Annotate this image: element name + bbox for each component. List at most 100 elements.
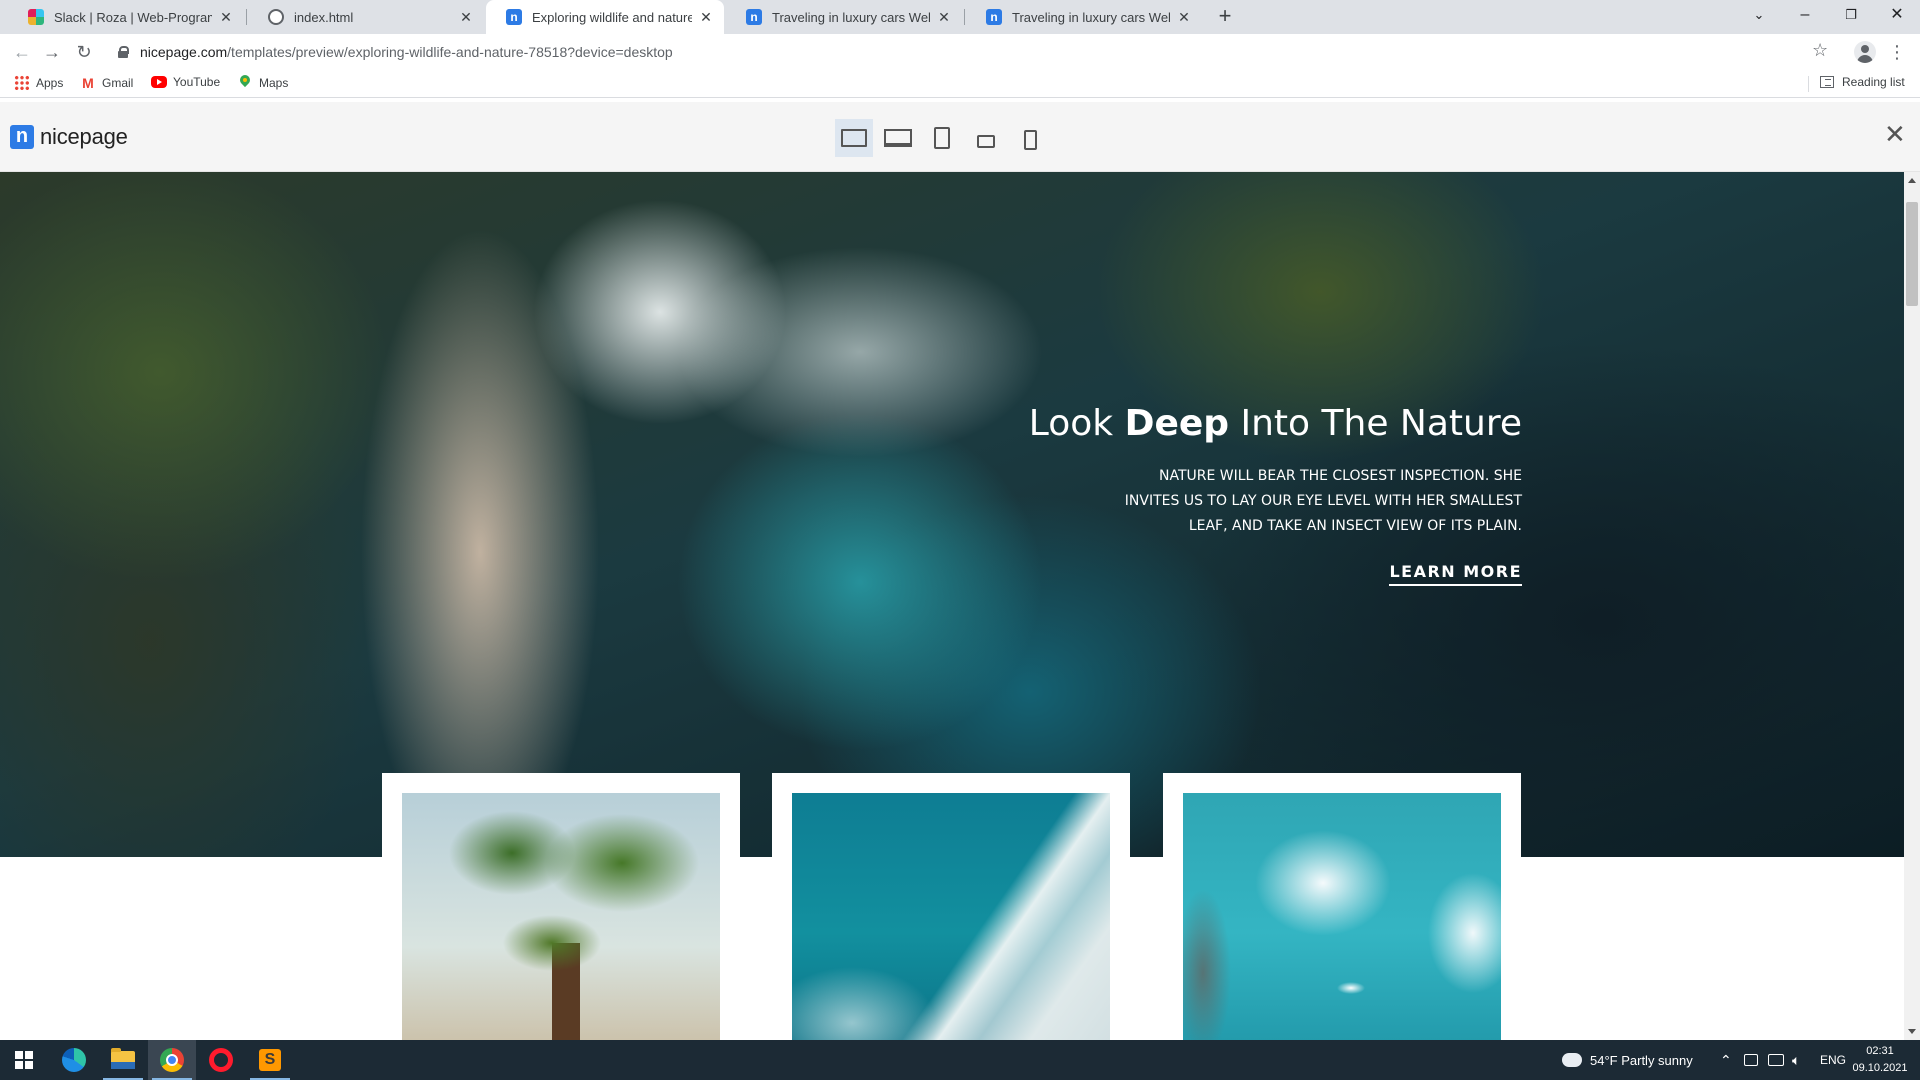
reading-list-button[interactable]: Reading list (1820, 75, 1905, 89)
hero-description: NATURE WILL BEAR THE CLOSEST INSPECTION.… (960, 464, 1522, 539)
taskbar-sublime[interactable]: S (246, 1040, 294, 1080)
image-card (772, 773, 1130, 1040)
hero-title: Look Deep Into The Nature (1028, 403, 1522, 444)
nicepage-logo-icon: n (10, 125, 34, 149)
menu-icon[interactable]: ⋮ (1888, 40, 1906, 64)
tab-divider (246, 9, 247, 25)
preview-header: n nicepage ✕ (0, 102, 1920, 172)
logo-text: nicepage (40, 124, 128, 149)
profile-avatar[interactable] (1854, 41, 1876, 63)
close-icon[interactable]: ✕ (1176, 9, 1192, 25)
close-window-button[interactable]: ✕ (1874, 0, 1920, 34)
desktop-view-button[interactable] (835, 119, 873, 157)
tab-title: Traveling in luxury cars Web Page (772, 9, 930, 25)
weather-widget[interactable]: 54°F Partly sunny (1560, 1040, 1693, 1080)
tab-title: Traveling in luxury cars Web Page (1012, 9, 1170, 25)
apps-icon (14, 75, 30, 91)
youtube-icon (151, 76, 167, 88)
back-button[interactable]: ← (10, 40, 34, 64)
scrollbar-thumb[interactable] (1906, 202, 1918, 306)
tab-luxury-cars-2[interactable]: n Traveling in luxury cars Web Page ✕ (966, 0, 1202, 34)
input-language[interactable]: ENG (1820, 1040, 1846, 1080)
show-hidden-icons-button[interactable]: ⌃ (1720, 1040, 1732, 1080)
tab-index-html[interactable]: index.html ✕ (248, 0, 484, 34)
bookmark-maps[interactable]: Maps (237, 75, 288, 91)
network-icon (1744, 1054, 1758, 1066)
close-icon[interactable]: ✕ (936, 9, 952, 25)
nicepage-logo[interactable]: n nicepage (10, 124, 128, 150)
windows-logo-icon (15, 1051, 33, 1069)
forward-button[interactable]: → (40, 40, 64, 64)
reading-list-icon (1820, 76, 1834, 88)
scroll-up-arrow-icon[interactable] (1908, 178, 1916, 183)
close-icon[interactable]: ✕ (458, 9, 474, 25)
bookmarks-bar: Apps M Gmail YouTube Maps Reading list (0, 70, 1920, 98)
close-icon[interactable]: ✕ (218, 9, 234, 25)
monitor-icon (1768, 1054, 1784, 1066)
network-status[interactable] (1744, 1040, 1758, 1080)
lock-icon (118, 46, 129, 58)
bookmark-star-icon[interactable]: ☆ (1812, 40, 1828, 61)
restore-button[interactable]: ❐ (1828, 0, 1874, 34)
tablet-landscape-icon (977, 134, 995, 148)
chrome-icon (160, 1048, 184, 1072)
page-scrollbar[interactable] (1904, 172, 1920, 1040)
bookmark-label: YouTube (173, 75, 221, 89)
tab-slack[interactable]: Slack | Roza | Web-Programming ✕ (8, 0, 244, 34)
tab-title: Exploring wildlife and nature Ter (532, 9, 692, 25)
sublime-text-icon: S (259, 1049, 281, 1071)
tab-luxury-cars-1[interactable]: n Traveling in luxury cars Web Page ✕ (726, 0, 962, 34)
taskbar-chrome[interactable] (148, 1040, 196, 1080)
taskbar-file-explorer[interactable] (99, 1040, 147, 1080)
bookmark-gmail[interactable]: M Gmail (80, 75, 133, 91)
close-icon[interactable]: ✕ (698, 9, 714, 25)
learn-more-button[interactable]: LEARN MORE (1389, 562, 1522, 586)
nicepage-icon: n (746, 9, 762, 25)
windows-taskbar: S 54°F Partly sunny ⌃ 🔈︎ ENG 02:31 09.10… (0, 1040, 1920, 1080)
slack-icon (28, 9, 44, 25)
display-status[interactable] (1768, 1040, 1784, 1080)
minimize-button[interactable]: – (1782, 0, 1828, 34)
hero-content: Look Deep Into The Nature NATURE WILL BE… (960, 402, 1522, 586)
volume-control[interactable]: 🔈︎ (1792, 1040, 1800, 1080)
gmail-icon: M (82, 75, 94, 91)
bookmark-label: Apps (36, 76, 64, 90)
bookmark-youtube[interactable]: YouTube (151, 75, 220, 89)
clock-time: 02:31 (1866, 1045, 1894, 1057)
image-card (382, 773, 740, 1040)
reading-list-label: Reading list (1842, 75, 1905, 89)
scroll-down-arrow-icon[interactable] (1908, 1029, 1916, 1034)
iceberg-image (1183, 793, 1501, 1040)
clock-date: 09.10.2021 (1852, 1062, 1908, 1074)
nicepage-icon: n (506, 9, 522, 25)
system-clock[interactable]: 02:31 09.10.2021 (1850, 1043, 1910, 1077)
tab-exploring-wildlife[interactable]: n Exploring wildlife and nature Ter ✕ (486, 0, 724, 34)
start-button[interactable] (0, 1040, 48, 1080)
new-tab-button[interactable]: + (1212, 4, 1238, 30)
taskbar-edge[interactable] (50, 1040, 98, 1080)
tab-title: index.html (294, 9, 354, 25)
tab-search-button[interactable]: ⌄ (1736, 0, 1782, 34)
maps-icon (237, 75, 253, 91)
template-preview-frame: Look Deep Into The Nature NATURE WILL BE… (0, 172, 1904, 1040)
close-preview-icon[interactable]: ✕ (1884, 120, 1906, 148)
desktop-icon (841, 129, 867, 147)
image-card (1163, 773, 1521, 1040)
hero-description-line: NATURE WILL BEAR THE CLOSEST INSPECTION.… (1159, 468, 1522, 484)
phone-icon (1023, 129, 1037, 150)
laptop-view-button[interactable] (879, 119, 917, 157)
bookmark-label: Maps (259, 76, 289, 90)
tablet-view-button[interactable] (923, 119, 961, 157)
hero-section: Look Deep Into The Nature NATURE WILL BE… (0, 172, 1904, 857)
opera-icon (209, 1048, 233, 1072)
address-bar[interactable]: nicepage.com/templates/preview/exploring… (106, 37, 1826, 67)
tablet-landscape-view-button[interactable] (967, 119, 1005, 157)
taskbar-opera[interactable] (197, 1040, 245, 1080)
laptop-icon (884, 129, 912, 147)
hero-description-line: LEAF, AND TAKE AN INSECT VIEW OF ITS PLA… (1188, 518, 1522, 534)
bookmark-apps[interactable]: Apps (14, 75, 63, 91)
tree-image (402, 793, 720, 1040)
globe-icon (268, 9, 284, 25)
phone-view-button[interactable] (1011, 119, 1049, 157)
reload-button[interactable]: ↻ (72, 40, 96, 64)
